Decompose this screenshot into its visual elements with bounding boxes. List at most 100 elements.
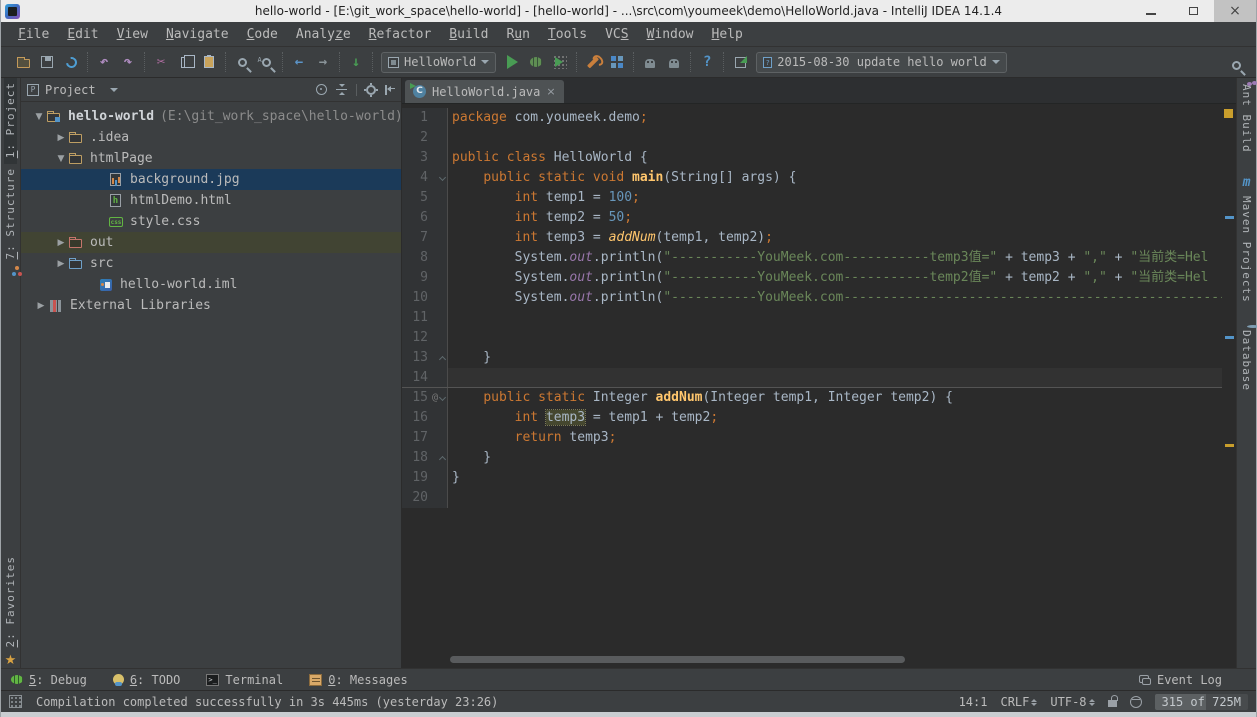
run-configuration-select[interactable]: HelloWorld (381, 52, 496, 73)
menu-tools[interactable]: Tools (539, 27, 596, 42)
hector-inspector-icon[interactable] (1130, 696, 1142, 708)
tree-item-hello-world[interactable]: ▼hello-world(E:\git_work_space\hello-wor… (21, 106, 401, 127)
gutter[interactable] (430, 148, 448, 168)
gutter[interactable] (430, 188, 448, 208)
minimize-button[interactable] (1130, 0, 1172, 22)
code-line-2[interactable]: 2 (402, 128, 1236, 148)
code-line-12[interactable]: 12 (402, 328, 1236, 348)
menu-window[interactable]: Window (638, 27, 703, 42)
gutter[interactable] (430, 308, 448, 328)
debug-icon[interactable] (524, 51, 548, 73)
menu-file[interactable]: File (9, 27, 58, 42)
gutter[interactable] (430, 128, 448, 148)
code-line-11[interactable]: 11 (402, 308, 1236, 328)
toolwindow-button-project[interactable]: 1: Project (4, 78, 17, 164)
tree-item-src[interactable]: ▶src (21, 253, 401, 274)
code-line-7[interactable]: 7 int temp3 = addNum(temp1, temp2); (402, 228, 1236, 248)
inspection-status-icon[interactable] (1224, 109, 1233, 118)
menu-navigate[interactable]: Navigate (157, 27, 238, 42)
horizontal-scrollbar[interactable] (450, 656, 905, 663)
hide-panel-icon[interactable] (385, 85, 395, 95)
lock-icon[interactable] (1108, 700, 1117, 707)
toolwindow-button-structure[interactable]: 7: Structure (4, 164, 17, 265)
code-line-4[interactable]: 4 public static void main(String[] args)… (402, 168, 1236, 188)
code-line-19[interactable]: 19} (402, 468, 1236, 488)
gutter[interactable] (430, 208, 448, 228)
gutter[interactable] (430, 468, 448, 488)
scroll-to-source-icon[interactable] (316, 84, 327, 95)
gutter[interactable] (430, 168, 448, 188)
memory-indicator[interactable]: 315 of 725M (1155, 694, 1248, 710)
gutter[interactable] (430, 348, 448, 368)
expand-arrow-icon[interactable]: ▶ (33, 301, 49, 311)
stripe-mark[interactable] (1225, 336, 1234, 339)
code-line-18[interactable]: 18 } (402, 448, 1236, 468)
error-stripe[interactable] (1222, 104, 1236, 668)
code-line-1[interactable]: 1package com.youmeek.demo; (402, 108, 1236, 128)
tree-item-out[interactable]: ▶out (21, 232, 401, 253)
run-icon[interactable] (500, 51, 524, 73)
expand-arrow-icon[interactable]: ▼ (53, 154, 69, 164)
menu-run[interactable]: Run (497, 27, 538, 42)
stripe-mark[interactable] (1225, 444, 1234, 447)
code-line-9[interactable]: 9 System.out.println("-----------YouMeek… (402, 268, 1236, 288)
gutter[interactable] (430, 108, 448, 128)
gutter[interactable] (430, 428, 448, 448)
android-icon[interactable] (662, 51, 686, 73)
open-icon[interactable] (11, 51, 35, 73)
menu-view[interactable]: View (108, 27, 157, 42)
code-line-5[interactable]: 5 int temp1 = 100; (402, 188, 1236, 208)
close-icon[interactable]: × (546, 85, 555, 98)
undo-icon[interactable]: ↶ (92, 51, 116, 73)
tab-helloworld-java[interactable]: C HelloWorld.java × (405, 80, 564, 103)
search-everywhere-icon[interactable] (1224, 54, 1248, 76)
code-line-15[interactable]: 15@ public static Integer addNum(Integer… (402, 388, 1236, 408)
vcs-message-select[interactable]: ?2015-08-30 update hello world (756, 52, 1007, 73)
commit-icon[interactable] (728, 51, 752, 73)
code-editor[interactable]: 1package com.youmeek.demo;23public class… (402, 104, 1236, 668)
back-icon[interactable]: ← (287, 51, 311, 73)
paste-icon[interactable] (197, 51, 221, 73)
toolwindow-button-ant-build[interactable]: Ant Build (1240, 78, 1253, 157)
tree-item-htmlpage[interactable]: ▼htmlPage (21, 148, 401, 169)
tree-item-background-jpg[interactable]: background.jpg (21, 169, 401, 190)
close-button[interactable]: × (1214, 0, 1256, 22)
tree-item-external-libraries[interactable]: ▶External Libraries (21, 295, 401, 316)
gutter[interactable] (430, 248, 448, 268)
expand-arrow-icon[interactable]: ▶ (53, 259, 69, 269)
gutter[interactable] (430, 328, 448, 348)
caret-position[interactable]: 14:1 (959, 695, 988, 709)
toolwindow-button-debug[interactable]: 5: Debug (11, 673, 87, 687)
project-structure-icon[interactable] (605, 51, 629, 73)
toolwindow-button-database[interactable]: Database (1240, 324, 1253, 395)
menu-analyze[interactable]: Analyze (287, 27, 360, 42)
code-line-6[interactable]: 6 int temp2 = 50; (402, 208, 1236, 228)
menu-help[interactable]: Help (703, 27, 752, 42)
project-panel-title[interactable]: Project (45, 83, 96, 97)
toolwindow-button-terminal[interactable]: >_Terminal (206, 673, 283, 687)
forward-icon[interactable]: → (311, 51, 335, 73)
tree-item-hello-world-iml[interactable]: hello-world.iml (21, 274, 401, 295)
gutter[interactable] (430, 368, 448, 387)
tree-item-style-css[interactable]: cssstyle.css (21, 211, 401, 232)
stripe-mark[interactable] (1225, 216, 1234, 219)
expand-arrow-icon[interactable]: ▶ (53, 133, 69, 143)
help-icon[interactable]: ? (695, 51, 719, 73)
coverage-icon[interactable] (548, 51, 572, 73)
toolwindow-button-todo[interactable]: 6: TODO (113, 673, 181, 687)
code-line-10[interactable]: 10 System.out.println("-----------YouMee… (402, 288, 1236, 308)
gear-icon[interactable] (366, 85, 376, 95)
replace-icon[interactable] (254, 51, 278, 73)
maximize-button[interactable] (1172, 0, 1214, 22)
menu-edit[interactable]: Edit (58, 27, 107, 42)
menu-code[interactable]: Code (238, 27, 287, 42)
code-line-17[interactable]: 17 return temp3; (402, 428, 1236, 448)
sync-icon[interactable] (59, 51, 83, 73)
menu-build[interactable]: Build (440, 27, 497, 42)
project-view-dropdown-icon[interactable] (110, 88, 118, 92)
code-line-20[interactable]: 20 (402, 488, 1236, 508)
gutter[interactable] (430, 488, 448, 508)
export-icon[interactable]: ↓ (344, 51, 368, 73)
code-line-13[interactable]: 13 } (402, 348, 1236, 368)
tree-item--idea[interactable]: ▶.idea (21, 127, 401, 148)
